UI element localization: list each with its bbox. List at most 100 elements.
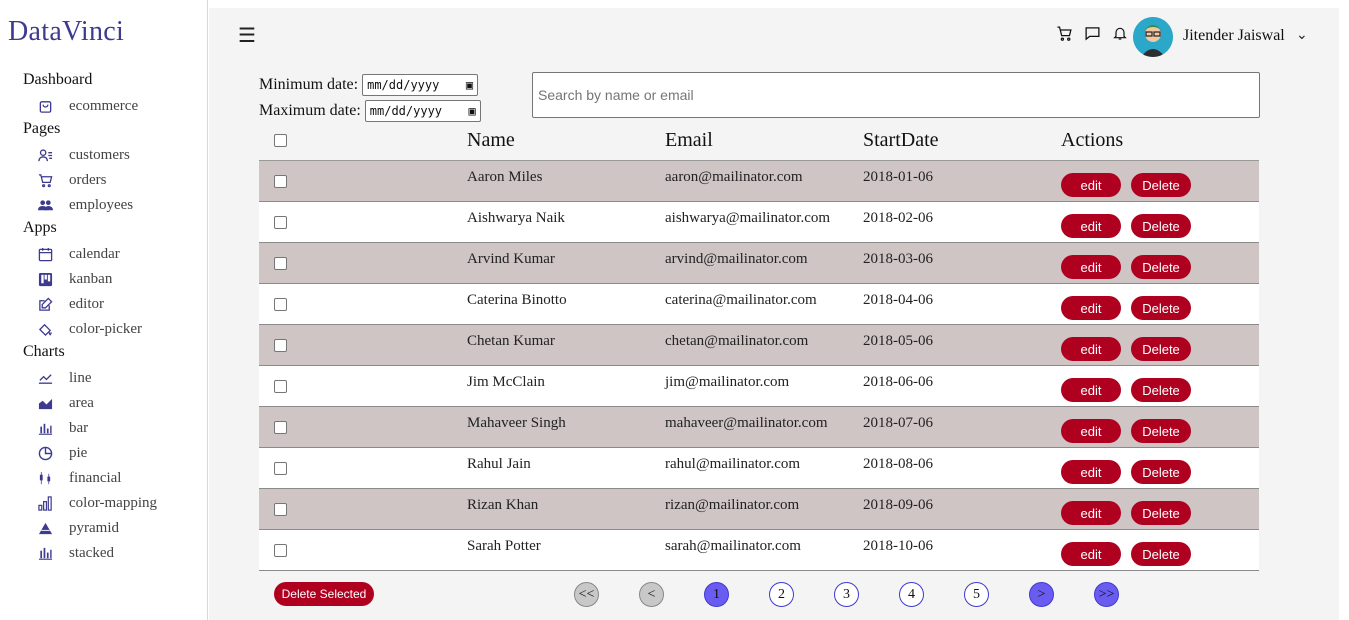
cell-email: mahaveer@mailinator.com [665, 414, 828, 431]
table-row: Aaron Miles aaron@mailinator.com 2018-01… [259, 161, 1259, 202]
delete-button[interactable]: Delete [1131, 255, 1191, 279]
page-button[interactable]: < [639, 582, 664, 607]
area-chart-icon [23, 396, 69, 411]
sidebar-item-calendar[interactable]: calendar [23, 242, 203, 267]
page-button[interactable]: 4 [899, 582, 924, 607]
delete-button[interactable]: Delete [1131, 337, 1191, 361]
sidebar-item-ecommerce[interactable]: ecommerce [23, 94, 203, 119]
select-all-checkbox[interactable] [274, 134, 287, 147]
sidebar-section-pages: Pages [23, 120, 61, 137]
sidebar-item-label: color-mapping [69, 495, 158, 511]
row-checkbox[interactable] [274, 256, 287, 270]
min-date-input[interactable]: mm/dd/yyyy ▣ [362, 74, 479, 96]
sidebar-item-editor[interactable]: editor [23, 292, 203, 317]
edit-button[interactable]: edit [1061, 214, 1121, 238]
row-checkbox[interactable] [274, 174, 287, 188]
row-checkbox[interactable] [274, 297, 287, 311]
sidebar-item-financial[interactable]: financial [23, 466, 203, 491]
max-date-input[interactable]: mm/dd/yyyy ▣ [364, 100, 481, 122]
cell-email: rahul@mailinator.com [665, 455, 801, 472]
sidebar-item-pie[interactable]: pie [23, 441, 203, 466]
header-actions [1055, 24, 1129, 42]
page-button[interactable]: 1 [704, 582, 729, 607]
sidebar-nav: Dashboard ecommerce Pages customers orders em… [23, 70, 203, 566]
delete-button[interactable]: Delete [1131, 501, 1191, 525]
edit-button[interactable]: edit [1061, 255, 1121, 279]
chat-icon[interactable] [1083, 24, 1101, 42]
cell-actions: edit Delete [1061, 411, 1259, 443]
edit-button[interactable]: edit [1061, 501, 1121, 525]
sidebar-item-bar[interactable]: bar [23, 416, 203, 441]
row-checkbox[interactable] [274, 461, 287, 475]
table-row: Chetan Kumar chetan@mailinator.com 2018-… [259, 325, 1259, 366]
cell-name: Arvind Kumar [467, 250, 555, 267]
edit-button[interactable]: edit [1061, 378, 1121, 402]
avatar[interactable] [1133, 17, 1173, 57]
edit-button[interactable]: edit [1061, 296, 1121, 320]
page-button[interactable]: 3 [834, 582, 859, 607]
sidebar-item-kanban[interactable]: kanban [23, 267, 203, 292]
delete-button[interactable]: Delete [1131, 378, 1191, 402]
delete-button[interactable]: Delete [1131, 296, 1191, 320]
cart-icon[interactable] [1055, 24, 1073, 42]
bell-icon[interactable] [1111, 24, 1129, 42]
sidebar-item-line[interactable]: line [23, 366, 203, 391]
sidebar-item-orders[interactable]: orders [23, 168, 203, 193]
sidebar-item-label: line [69, 370, 92, 386]
row-checkbox[interactable] [274, 420, 287, 434]
cell-actions: edit Delete [1061, 288, 1259, 320]
edit-button[interactable]: edit [1061, 419, 1121, 443]
page-button[interactable]: > [1029, 582, 1054, 607]
delete-button[interactable]: Delete [1131, 542, 1191, 566]
page-button[interactable]: << [574, 582, 599, 607]
delete-selected-button[interactable]: Delete Selected [274, 582, 374, 606]
calendar-icon[interactable]: ▣ [469, 104, 476, 118]
cell-startdate: 2018-02-06 [863, 209, 933, 226]
sidebar-item-label: employees [69, 197, 134, 213]
edit-button[interactable]: edit [1061, 542, 1121, 566]
sidebar-item-customers[interactable]: customers [23, 143, 203, 168]
sidebar-item-employees[interactable]: employees [23, 193, 203, 218]
row-checkbox[interactable] [274, 215, 287, 229]
sidebar-item-label: calendar [69, 246, 120, 262]
cell-startdate: 2018-05-06 [863, 332, 933, 349]
sidebar-item-area[interactable]: area [23, 391, 203, 416]
column-header-name[interactable]: Name [467, 129, 665, 152]
sidebar-item-color-mapping[interactable]: color-mapping [23, 491, 203, 516]
pagination: << <1 2 3 4 5 > >> [574, 582, 1119, 607]
app-logo[interactable]: DataVinci [8, 16, 124, 48]
edit-button[interactable]: edit [1061, 460, 1121, 484]
delete-button[interactable]: Delete [1131, 419, 1191, 443]
chevron-down-icon[interactable]: ⌄ [1296, 27, 1308, 44]
edit-button[interactable]: edit [1061, 173, 1121, 197]
page-button[interactable]: 5 [964, 582, 989, 607]
table-row: Arvind Kumar arvind@mailinator.com 2018-… [259, 243, 1259, 284]
page-button[interactable]: 2 [769, 582, 794, 607]
menu-icon[interactable]: ☰ [238, 23, 256, 48]
user-name[interactable]: Jitender Jaiswal [1183, 27, 1285, 45]
column-header-email[interactable]: Email [665, 129, 863, 152]
calendar-icon[interactable]: ▣ [466, 78, 473, 92]
sidebar-item-label: orders [69, 172, 107, 188]
sidebar-item-label: pie [69, 445, 88, 461]
row-checkbox[interactable] [274, 338, 287, 352]
column-header-startdate[interactable]: StartDate [863, 129, 1061, 152]
kanban-icon [23, 272, 69, 287]
table-row: Aishwarya Naik aishwarya@mailinator.com … [259, 202, 1259, 243]
page-button[interactable]: >> [1094, 582, 1119, 607]
sidebar-item-color-picker[interactable]: color-picker [23, 317, 203, 342]
row-checkbox[interactable] [274, 502, 287, 516]
delete-button[interactable]: Delete [1131, 173, 1191, 197]
row-checkbox[interactable] [274, 543, 287, 557]
main-area: ☰ Jitender Jaiswal ⌄ Minimum date: mm/dd… [209, 8, 1339, 620]
users-icon [23, 148, 69, 163]
cell-name: Caterina Binotto [467, 291, 567, 308]
delete-button[interactable]: Delete [1131, 214, 1191, 238]
delete-button[interactable]: Delete [1131, 460, 1191, 484]
sidebar-item-pyramid[interactable]: pyramid [23, 516, 203, 541]
edit-button[interactable]: edit [1061, 337, 1121, 361]
sidebar-item-stacked[interactable]: stacked [23, 541, 203, 566]
row-checkbox[interactable] [274, 379, 287, 393]
cell-name: Aishwarya Naik [467, 209, 565, 226]
search-input[interactable]: Search by name or email [532, 72, 1260, 118]
